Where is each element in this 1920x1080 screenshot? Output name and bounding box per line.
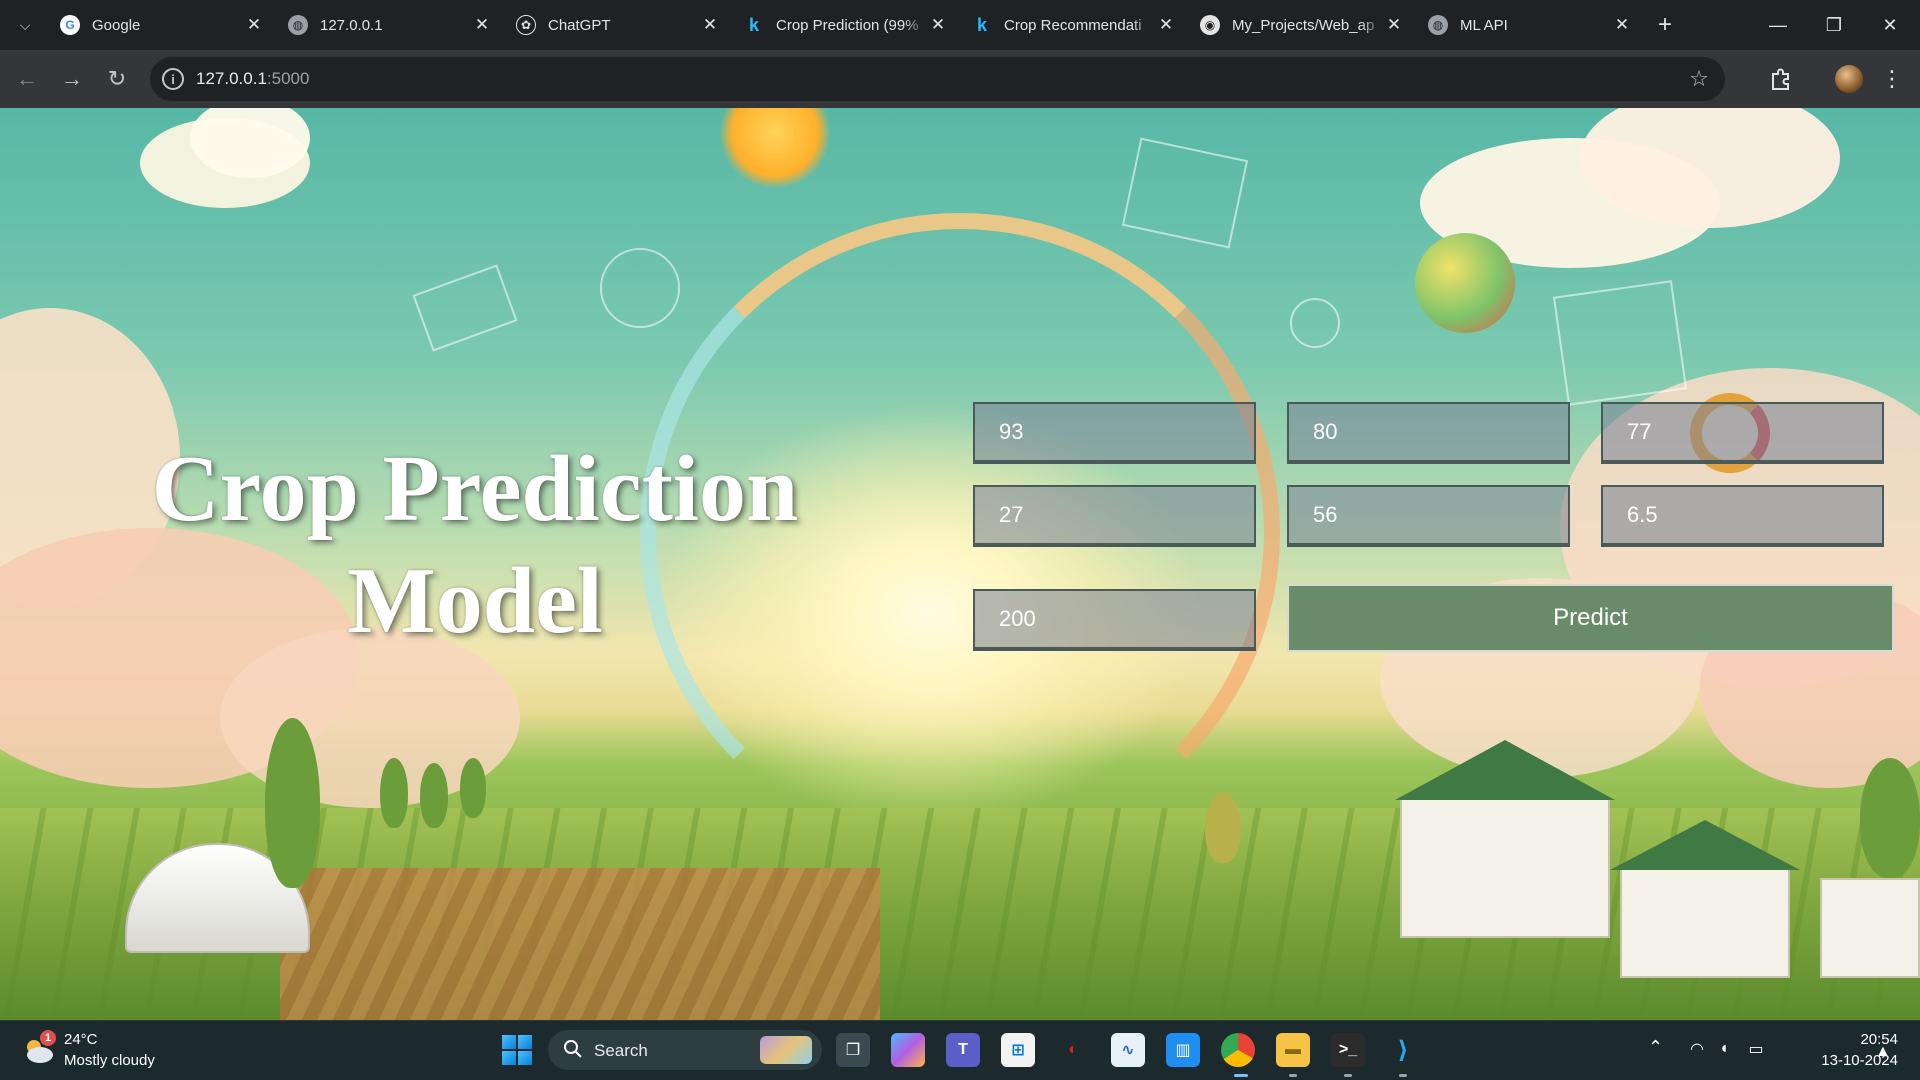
taskbar: 1 24°C Mostly cloudy Search ❐ T ⊞ ◐ ∿ ▥ … xyxy=(0,1020,1920,1080)
tab-title: ChatGPT xyxy=(548,16,611,34)
tab-close-icon[interactable]: ✕ xyxy=(472,15,492,35)
rainfall-input[interactable] xyxy=(973,589,1256,651)
tab-close-icon[interactable]: ✕ xyxy=(1156,15,1176,35)
tab-github[interactable]: ◉ My_Projects/Web_ap ✕ xyxy=(1188,8,1416,42)
tab-google[interactable]: G Google ✕ xyxy=(48,8,276,42)
globe-icon: ◍ xyxy=(1428,15,1448,35)
address-bar[interactable]: i 127.0.0.1:5000 ☆ xyxy=(150,57,1725,101)
tab-close-icon[interactable]: ✕ xyxy=(928,15,948,35)
windows-start-icon[interactable] xyxy=(502,1035,532,1065)
tab-title: Crop Recommendati xyxy=(1004,16,1142,34)
browser-menu-icon[interactable]: ⋮ xyxy=(1880,64,1904,94)
tab-localhost[interactable]: ◍ 127.0.0.1 ✕ xyxy=(276,8,504,42)
task-view-icon[interactable]: ❐ xyxy=(836,1033,870,1067)
page-title-line1: Crop Prediction xyxy=(151,437,799,541)
weather-temperature: 24°C xyxy=(64,1031,98,1048)
back-arrow-icon[interactable]: ← xyxy=(11,63,43,95)
tab-ml-api[interactable]: ◍ ML API ✕ xyxy=(1416,8,1644,42)
url-port: :5000 xyxy=(266,69,310,88)
chatgpt-icon: ✿ xyxy=(516,15,536,35)
weather-alert-badge: 1 xyxy=(40,1030,56,1046)
browser-toolbar: ← → ↻ i 127.0.0.1:5000 ☆ ⋮ xyxy=(0,50,1920,108)
copilot-icon[interactable] xyxy=(891,1033,925,1067)
tab-chatgpt[interactable]: ✿ ChatGPT ✕ xyxy=(504,8,732,42)
search-highlight-image xyxy=(760,1036,812,1064)
explorer-running-indicator xyxy=(1289,1074,1297,1077)
teams-icon[interactable]: T xyxy=(946,1033,980,1067)
predict-button[interactable]: Predict xyxy=(1287,584,1894,652)
tab-crop-recommendation[interactable]: k Crop Recommendati ✕ xyxy=(960,8,1188,42)
search-icon xyxy=(564,1040,582,1058)
tab-crop-prediction[interactable]: k Crop Prediction (99% ✕ xyxy=(732,8,960,42)
url-host: 127.0.0.1 xyxy=(196,69,267,88)
bookmark-star-icon[interactable]: ☆ xyxy=(1685,65,1713,93)
globe-icon: ◍ xyxy=(288,15,308,35)
tab-close-icon[interactable]: ✕ xyxy=(244,15,264,35)
resource-monitor-icon[interactable]: ∿ xyxy=(1111,1033,1145,1067)
site-info-icon[interactable]: i xyxy=(162,68,184,90)
phosphorus-input[interactable] xyxy=(1287,402,1570,464)
restore-icon[interactable]: ❐ xyxy=(1806,0,1862,50)
url-text[interactable]: 127.0.0.1:5000 xyxy=(196,69,309,89)
terminal-running-indicator xyxy=(1344,1074,1352,1077)
minimize-icon[interactable]: — xyxy=(1750,0,1806,50)
reload-icon[interactable]: ↻ xyxy=(101,63,133,95)
potassium-input[interactable] xyxy=(1601,402,1884,464)
mcafee-icon[interactable]: ◐ xyxy=(1056,1033,1090,1067)
chrome-active-indicator xyxy=(1234,1074,1248,1077)
microsoft-store-icon[interactable]: ⊞ xyxy=(1001,1033,1035,1067)
kaggle-icon: k xyxy=(748,14,759,35)
tray-overflow-chevron-icon[interactable]: ⌃ xyxy=(1648,1037,1663,1058)
tab-title: My_Projects/Web_ap xyxy=(1232,16,1375,34)
ph-input[interactable] xyxy=(1601,485,1884,547)
window-close-icon[interactable]: ✕ xyxy=(1862,0,1918,50)
terminal-icon[interactable]: >_ xyxy=(1331,1033,1365,1067)
kaggle-icon: k xyxy=(976,14,987,35)
humidity-input[interactable] xyxy=(1287,485,1570,547)
tab-close-icon[interactable]: ✕ xyxy=(700,15,720,35)
vscode-running-indicator xyxy=(1399,1074,1407,1077)
new-tab-button[interactable]: + xyxy=(1650,10,1680,40)
github-icon: ◉ xyxy=(1200,15,1220,35)
google-icon: G xyxy=(60,15,80,35)
temperature-input[interactable] xyxy=(973,485,1256,547)
extensions-icon[interactable] xyxy=(1766,64,1796,94)
tab-close-icon[interactable]: ✕ xyxy=(1384,15,1404,35)
forward-arrow-icon[interactable]: → xyxy=(56,63,88,95)
tab-search-chevron-icon[interactable]: ⌵ xyxy=(10,10,40,40)
farmhouse-graphic xyxy=(1400,798,1610,938)
tab-title: 127.0.0.1 xyxy=(320,16,383,34)
taskbar-search[interactable]: Search xyxy=(548,1030,822,1070)
search-label: Search xyxy=(594,1041,648,1060)
tab-title: Crop Prediction (99% xyxy=(776,16,919,34)
chrome-icon[interactable] xyxy=(1221,1033,1255,1067)
nitrogen-input[interactable] xyxy=(973,402,1256,464)
wifi-icon[interactable]: ◠ xyxy=(1685,1037,1709,1061)
tab-title: ML API xyxy=(1460,16,1508,34)
sun-graphic xyxy=(720,108,830,188)
volume-icon[interactable]: ◖ xyxy=(1712,1037,1736,1061)
weather-description: Mostly cloudy xyxy=(64,1052,155,1069)
vscode-icon[interactable]: ⟩ xyxy=(1386,1033,1420,1067)
page-title-line2: Model xyxy=(347,549,603,653)
profile-avatar[interactable] xyxy=(1835,65,1863,93)
tab-close-icon[interactable]: ✕ xyxy=(1612,15,1632,35)
notification-bell-icon[interactable]: ▲ xyxy=(1875,1043,1891,1061)
tab-title: Google xyxy=(92,16,141,34)
battery-icon[interactable]: ▭ xyxy=(1744,1037,1768,1061)
tab-strip: ⌵ G Google ✕ ◍ 127.0.0.1 ✕ ✿ ChatGPT ✕ k… xyxy=(0,0,1920,50)
trello-icon[interactable]: ▥ xyxy=(1166,1033,1200,1067)
file-explorer-icon[interactable]: ▬ xyxy=(1276,1033,1310,1067)
page-title: Crop Prediction Model xyxy=(80,433,870,657)
web-page: Crop Prediction Model Predict xyxy=(0,108,1920,1020)
